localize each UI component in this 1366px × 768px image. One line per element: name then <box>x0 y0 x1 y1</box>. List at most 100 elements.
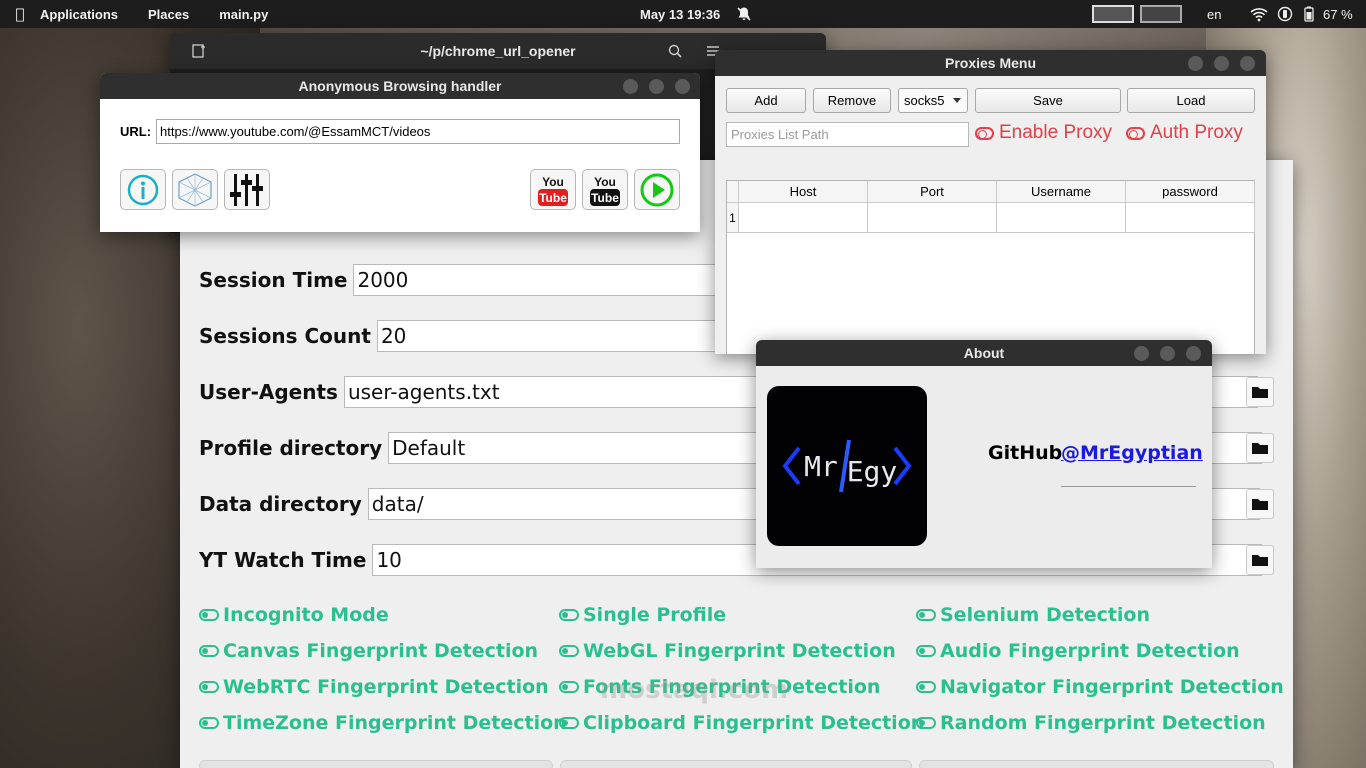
bottom-button-2[interactable] <box>560 760 912 768</box>
close-button[interactable] <box>675 79 690 94</box>
enable-proxy-toggle[interactable]: Enable Proxy <box>975 122 1112 144</box>
maximize-button[interactable] <box>649 79 664 94</box>
proxies-title: Proxies Menu <box>944 55 1037 71</box>
folder-icon <box>1252 387 1268 398</box>
add-proxy-button[interactable]: Add <box>726 88 806 113</box>
battery-percent: 67 % <box>1323 6 1353 22</box>
watermark: mostaql.com <box>600 675 789 705</box>
column-header-username[interactable]: Username <box>997 181 1126 203</box>
toggle-incognito-mode[interactable]: Incognito Mode <box>199 604 389 626</box>
session-time-label: Session Time <box>199 268 348 292</box>
top-panel:  Applications Places main.py May 13 19:… <box>0 0 1366 28</box>
folder-icon <box>1252 443 1268 454</box>
play-button[interactable] <box>634 169 680 210</box>
proxies-table[interactable]: Host Port Username password 1 <box>726 180 1255 354</box>
save-proxies-button[interactable]: Save <box>975 88 1121 113</box>
toggle-icon <box>916 645 936 657</box>
clock[interactable]: May 13 19:36 <box>640 7 720 22</box>
user-agents-label: User-Agents <box>199 380 338 404</box>
youtube-black-button[interactable]: You Tube <box>582 169 628 210</box>
anon-title: Anonymous Browsing handler <box>298 78 502 94</box>
minimize-button[interactable] <box>1134 346 1149 361</box>
toggle-icon <box>199 645 219 657</box>
toggle-label: Selenium Detection <box>940 604 1151 626</box>
toggle-webrtc-fingerprint[interactable]: WebRTC Fingerprint Detection <box>199 676 549 698</box>
wifi-icon[interactable] <box>1250 6 1268 22</box>
toggle-icon <box>199 681 219 693</box>
toggle-audio-fingerprint[interactable]: Audio Fingerprint Detection <box>916 640 1240 662</box>
workspace-2[interactable] <box>1140 5 1182 23</box>
search-icon[interactable] <box>668 44 682 58</box>
column-header-host[interactable]: Host <box>739 181 868 203</box>
settings-button[interactable] <box>224 169 270 210</box>
toggle-label: Incognito Mode <box>223 604 389 626</box>
proxies-titlebar[interactable]: Proxies Menu <box>715 50 1266 76</box>
notifications-muted-icon[interactable] <box>736 6 752 22</box>
youtube-black-icon: You Tube <box>590 175 620 206</box>
youtube-red-button[interactable]: You Tube <box>530 169 576 210</box>
auth-proxy-toggle[interactable]: Auth Proxy <box>1126 122 1243 144</box>
about-body: Mr Egy GitHub @MrEgyptian <box>756 366 1212 568</box>
about-titlebar[interactable]: About <box>756 340 1212 366</box>
close-button[interactable] <box>1240 56 1255 71</box>
user-agents-browse-button[interactable] <box>1246 377 1274 407</box>
proxies-path-input[interactable]: Proxies List Path <box>726 122 969 147</box>
protocol-value: socks5 <box>904 93 945 108</box>
remove-proxy-button[interactable]: Remove <box>813 88 891 113</box>
toggle-single-profile[interactable]: Single Profile <box>559 604 726 626</box>
minimize-button[interactable] <box>1188 56 1203 71</box>
info-button[interactable] <box>120 169 166 210</box>
network-button[interactable] <box>172 169 218 210</box>
toggle-navigator-fingerprint[interactable]: Navigator Fingerprint Detection <box>916 676 1284 698</box>
data-directory-browse-button[interactable] <box>1246 489 1274 519</box>
toggle-label: Navigator Fingerprint Detection <box>940 676 1284 698</box>
protocol-select[interactable]: socks5 <box>898 88 968 113</box>
active-app-menu[interactable]: main.py <box>219 7 268 22</box>
table-cell-password[interactable] <box>1126 203 1255 233</box>
yt-watch-browse-button[interactable] <box>1246 545 1274 575</box>
profile-directory-browse-button[interactable] <box>1246 433 1274 463</box>
workspace-1[interactable] <box>1092 5 1134 23</box>
bottom-button-3[interactable] <box>919 760 1274 768</box>
toggle-canvas-fingerprint[interactable]: Canvas Fingerprint Detection <box>199 640 538 662</box>
url-input[interactable]: https://www.youtube.com/@EssamMCT/videos <box>156 119 680 144</box>
network-icon <box>178 172 212 207</box>
toggle-icon <box>1126 126 1145 140</box>
battery-icon[interactable] <box>1304 6 1314 22</box>
maximize-button[interactable] <box>1160 346 1175 361</box>
proxies-body: Add Remove socks5 Save Load Proxies List… <box>715 76 1266 354</box>
github-label: GitHub <box>988 442 1063 464</box>
svg-text:You: You <box>594 175 616 189</box>
toggle-icon <box>559 609 579 621</box>
apple-icon[interactable]:  <box>0 5 40 23</box>
table-cell-host[interactable] <box>739 203 868 233</box>
toggle-selenium-detection[interactable]: Selenium Detection <box>916 604 1150 626</box>
toggle-icon <box>199 717 219 729</box>
toggle-clipboard-fingerprint[interactable]: Clipboard Fingerprint Detection <box>559 712 924 734</box>
svg-text:Tube: Tube <box>591 191 619 205</box>
keyboard-layout[interactable]: en <box>1207 7 1221 22</box>
minimize-button[interactable] <box>623 79 638 94</box>
toggle-timezone-fingerprint[interactable]: TimeZone Fingerprint Detection <box>199 712 567 734</box>
applications-menu[interactable]: Applications <box>40 7 118 22</box>
anon-titlebar[interactable]: Anonymous Browsing handler <box>100 73 700 99</box>
info-icon <box>127 174 159 205</box>
volume-icon[interactable] <box>1277 6 1293 22</box>
load-proxies-button[interactable]: Load <box>1127 88 1255 113</box>
row-number[interactable]: 1 <box>727 203 739 233</box>
toggle-icon <box>975 126 994 140</box>
toggle-webgl-fingerprint[interactable]: WebGL Fingerprint Detection <box>559 640 896 662</box>
bottom-button-1[interactable] <box>199 760 553 768</box>
column-header-password[interactable]: password <box>1126 181 1255 203</box>
new-tab-icon[interactable] <box>192 44 206 58</box>
table-cell-username[interactable] <box>997 203 1126 233</box>
maximize-button[interactable] <box>1214 56 1229 71</box>
column-header-port[interactable]: Port <box>868 181 997 203</box>
github-link[interactable]: @MrEgyptian <box>1061 442 1203 464</box>
close-button[interactable] <box>1186 346 1201 361</box>
places-menu[interactable]: Places <box>148 7 189 22</box>
proxies-menu-window: Proxies Menu Add Remove socks5 Save Load… <box>715 50 1266 354</box>
table-cell-port[interactable] <box>868 203 997 233</box>
folder-icon <box>1252 499 1268 510</box>
toggle-random-fingerprint[interactable]: Random Fingerprint Detection <box>916 712 1266 734</box>
